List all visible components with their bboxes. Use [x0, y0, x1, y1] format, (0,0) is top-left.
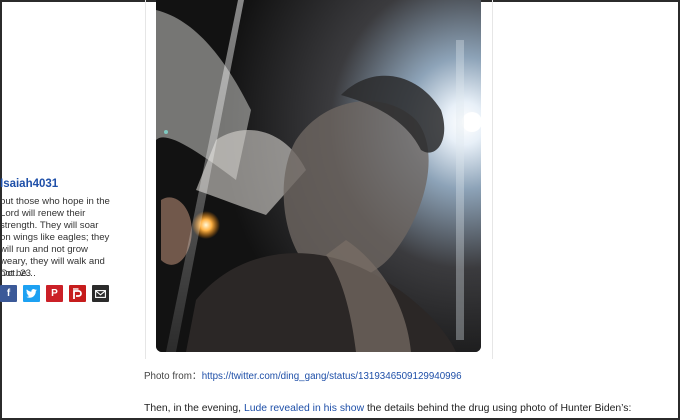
email-icon[interactable] [92, 285, 109, 302]
share-bar: f P [0, 285, 109, 302]
author-link[interactable]: Isaiah4031 [0, 178, 58, 190]
article-photo [156, 0, 481, 352]
paragraph-text-end: the details behind the drug using photo … [364, 403, 632, 414]
twitter-icon[interactable] [23, 285, 40, 302]
caption-source-link[interactable]: https://twitter.com/ding_gang/status/131… [202, 371, 462, 382]
photo-container [145, 0, 493, 359]
pinterest-icon[interactable]: P [46, 285, 63, 302]
post-date: Oct. 23 [0, 268, 31, 279]
facebook-icon[interactable]: f [0, 285, 17, 302]
caption-label: Photo from： [144, 371, 202, 382]
paragraph-text-start: Then, in the evening, [144, 403, 244, 414]
parler-icon[interactable] [69, 285, 86, 302]
article-paragraph: Then, in the evening, Lude revealed in h… [144, 403, 631, 414]
photo-caption: Photo from：https://twitter.com/ding_gang… [144, 368, 462, 382]
show-link[interactable]: Lude revealed in his show [244, 403, 364, 414]
